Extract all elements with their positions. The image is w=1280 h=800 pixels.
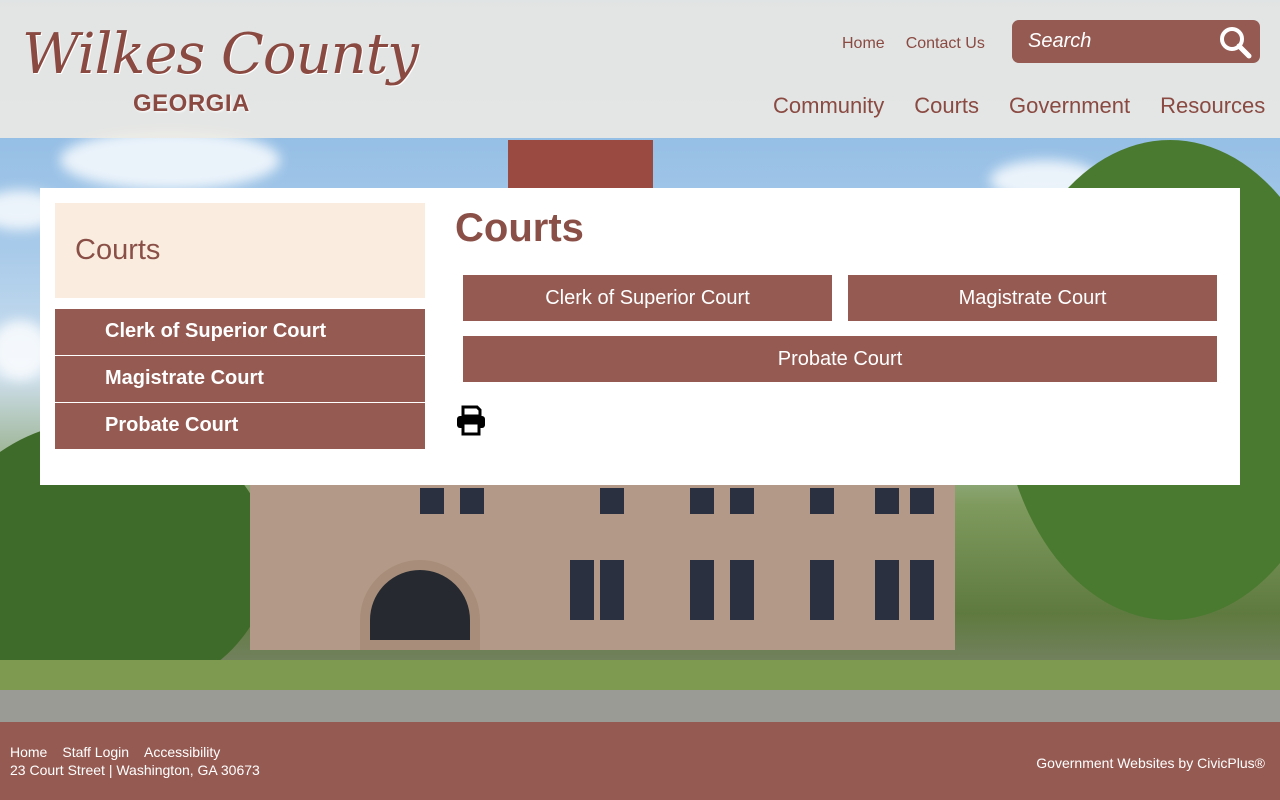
footer-links: Home Staff Login Accessibility xyxy=(10,744,220,760)
sidebar-item-magistrate-court[interactable]: Magistrate Court xyxy=(55,356,425,402)
main-nav-courts[interactable]: Courts xyxy=(914,93,979,119)
sidebar-title: Courts xyxy=(75,234,161,266)
sidebar-nav: Clerk of Superior Court Magistrate Court… xyxy=(55,309,425,450)
site-logo-title[interactable]: Wilkes County xyxy=(22,22,419,87)
printer-icon[interactable] xyxy=(455,404,487,436)
site-footer: Home Staff Login Accessibility 23 Court … xyxy=(0,722,1280,800)
probate-court-button[interactable]: Probate Court xyxy=(463,336,1217,382)
main-nav-resources[interactable]: Resources xyxy=(1160,93,1265,119)
utility-nav: Home Contact Us xyxy=(842,35,985,53)
footer-link-home[interactable]: Home xyxy=(10,744,47,760)
main-nav-community[interactable]: Community xyxy=(773,93,884,119)
search-input[interactable] xyxy=(1028,28,1208,55)
footer-address: 23 Court Street | Washington, GA 30673 xyxy=(10,762,260,778)
footer-credit-link[interactable]: Government Websites by CivicPlus® xyxy=(1036,755,1265,771)
clerk-of-superior-court-button[interactable]: Clerk of Superior Court xyxy=(463,275,832,321)
main-nav-government[interactable]: Government xyxy=(1009,93,1130,119)
footer-link-accessibility[interactable]: Accessibility xyxy=(144,744,220,760)
page-title: Courts xyxy=(455,206,584,250)
content-panel: Courts Clerk of Superior Court Magistrat… xyxy=(40,188,1240,485)
footer-link-staff-login[interactable]: Staff Login xyxy=(62,744,129,760)
site-logo-subtitle[interactable]: GEORGIA xyxy=(133,90,250,118)
sidebar-item-clerk-of-superior-court[interactable]: Clerk of Superior Court xyxy=(55,309,425,355)
main-nav: Community Courts Government Resources xyxy=(773,93,1265,119)
site-header: Wilkes County GEORGIA Home Contact Us Co… xyxy=(0,0,1280,138)
utility-nav-contact-us[interactable]: Contact Us xyxy=(906,35,985,53)
sidebar-title-box: Courts xyxy=(55,203,425,298)
utility-nav-home[interactable]: Home xyxy=(842,35,885,53)
search-icon[interactable] xyxy=(1218,25,1252,59)
magistrate-court-button[interactable]: Magistrate Court xyxy=(848,275,1217,321)
sidebar-item-probate-court[interactable]: Probate Court xyxy=(55,403,425,449)
